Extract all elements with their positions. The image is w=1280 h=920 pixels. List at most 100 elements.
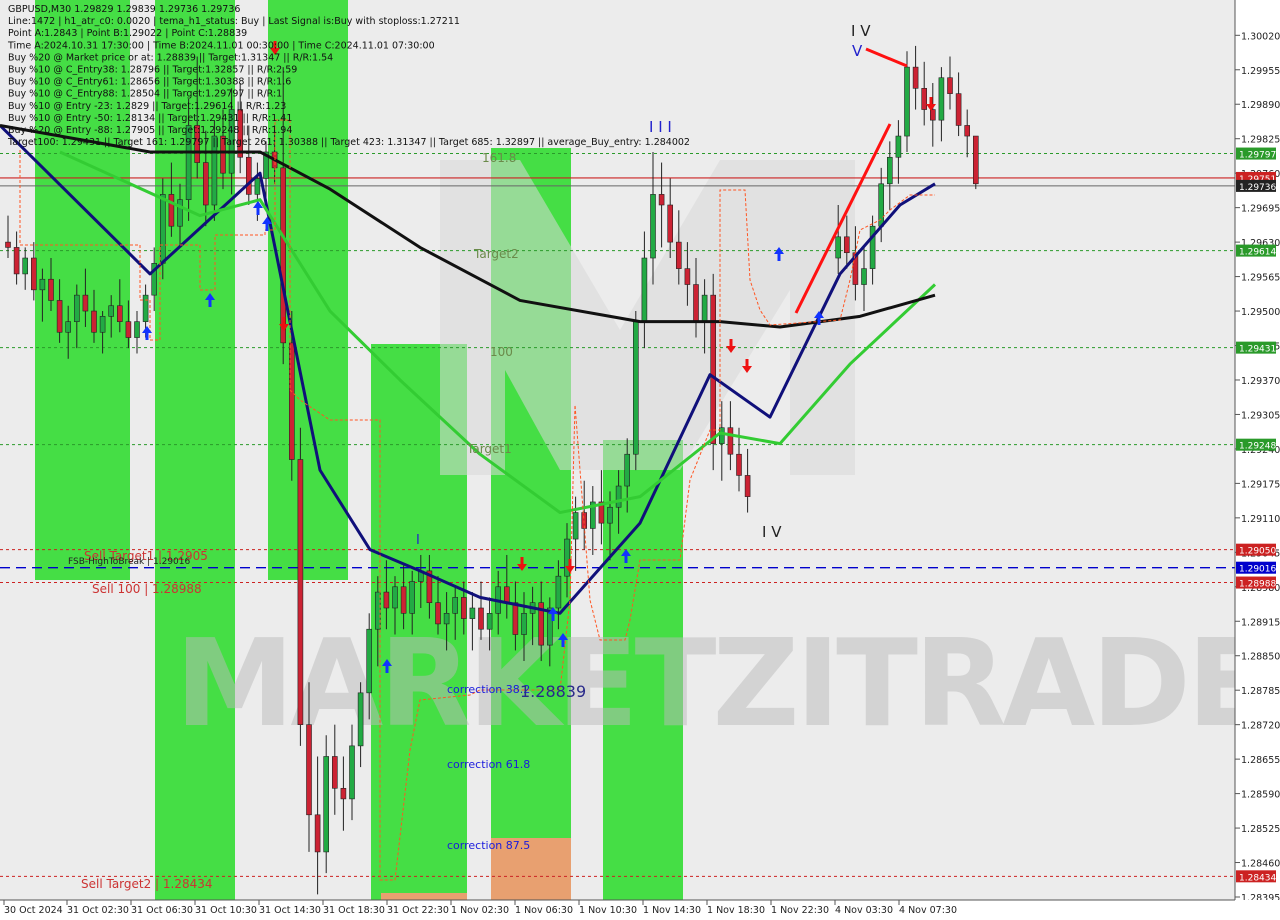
candle-body-87 (835, 236, 842, 259)
candle-body-18 (160, 194, 166, 264)
header-line-0: GBPUSD,M30 1.29829 1.29839 1.29736 1.297… (8, 4, 240, 15)
header-line-8: Buy %10 @ Entry -23: 1.2829 || Target:1.… (8, 101, 286, 112)
correction-382-label: correction 38.2 (447, 683, 530, 696)
candle-body-70 (607, 506, 613, 524)
y-tick-label-18: 1.28850 (1241, 652, 1280, 663)
candle-body-94 (895, 135, 902, 158)
level-tag-label-7: 1.29016 (1239, 565, 1276, 575)
x-tick-label-0: 30 Oct 2024 (4, 905, 63, 916)
candle-body-15 (134, 321, 140, 338)
level-tag-label-8: 1.28988 (1239, 580, 1276, 590)
candle-body-16 (142, 294, 149, 322)
candle-body-11 (99, 316, 106, 333)
candle-body-2 (22, 257, 29, 275)
y-tick-label-14: 1.29110 (1241, 514, 1280, 525)
fsb-label: FSB-HighToBreak | 1.29016 (68, 557, 190, 567)
wave-label-iii: I I I (649, 118, 672, 136)
candle-body-39 (340, 787, 347, 800)
header-line-11: Target100: 1.29431 || Target 161: 1.2979… (7, 137, 690, 148)
y-axis: 1.300201.299551.298901.298251.297601.296… (1234, 0, 1280, 920)
y-tick-label-21: 1.28655 (1241, 755, 1280, 766)
candle-body-1 (13, 247, 20, 275)
sell-target2-label: Sell Target2 | 1.28434 (81, 877, 213, 891)
price-chart[interactable]: MARKETZITRADE I V V I I I I V I 161.8 Ta… (0, 0, 1280, 920)
candle-body-37 (323, 756, 330, 853)
candle-body-102 (964, 125, 971, 137)
candle-body-76 (658, 194, 665, 206)
fib-1618-label: 161.8 (482, 151, 516, 165)
correction-875-label: correction 87.5 (447, 839, 530, 852)
candle-body-0 (5, 241, 11, 248)
header-line-4: Buy %20 @ Market price or at: 1.28839 ||… (8, 52, 333, 63)
y-tick-label-7: 1.29565 (1241, 273, 1280, 284)
header-line-6: Buy %10 @ C_Entry61: 1.28656 || Target:1… (8, 77, 291, 88)
candle-body-34 (297, 459, 304, 725)
x-tick-label-1: 31 Oct 02:30 (67, 905, 129, 916)
y-tick-label-13: 1.29175 (1241, 479, 1280, 490)
candle-body-47 (409, 581, 416, 614)
header-line-2: Point A:1.2843 | Point B:1.29022 | Point… (8, 28, 247, 39)
candle-body-72 (624, 453, 631, 487)
x-tick-label-7: 1 Nov 02:30 (451, 905, 509, 916)
y-tick-label-5: 1.29695 (1241, 204, 1280, 215)
header-line-1: Line:1472 | h1_atr_c0: 0.0020 | tema_h1_… (8, 16, 460, 27)
header-line-7: Buy %10 @ C_Entry88: 1.28504 || Target:1… (8, 89, 282, 100)
y-tick-label-24: 1.28460 (1241, 859, 1280, 870)
candle-body-10 (91, 310, 97, 333)
candle-body-101 (955, 93, 962, 126)
wave-label-v: V (852, 42, 863, 60)
candle-body-58 (503, 586, 510, 603)
candle-body-100 (947, 77, 953, 94)
y-tick-label-10: 1.29370 (1241, 376, 1280, 387)
candle-body-64 (555, 575, 562, 609)
candle-body-86 (744, 475, 751, 497)
candle-body-85 (736, 453, 742, 476)
candle-body-20 (177, 199, 183, 227)
wave-label-iv-bottom: I V (762, 523, 782, 541)
y-tick-label-2: 1.29890 (1241, 100, 1280, 111)
candle-body-9 (82, 294, 89, 312)
x-tick-label-4: 31 Oct 14:30 (259, 905, 321, 916)
candle-body-19 (168, 194, 175, 227)
candle-body-41 (357, 692, 364, 747)
level-tag-label-2: 1.29736 (1239, 183, 1276, 193)
y-tick-label-19: 1.28785 (1241, 686, 1280, 697)
header-line-3: Time A:2024.10.31 17:30:00 | Time B:2024… (7, 40, 435, 51)
candle-body-75 (650, 194, 656, 259)
candle-body-97 (921, 88, 928, 110)
header-line-9: Buy %10 @ Entry -50: 1.28134 || Target:1… (8, 113, 292, 124)
signal-zone-orange-small (381, 893, 467, 900)
candle-body-52 (452, 597, 459, 614)
level-tag-label-0: 1.29797 (1239, 151, 1276, 161)
candle-body-50 (435, 602, 441, 625)
x-tick-label-13: 4 Nov 03:30 (835, 905, 893, 916)
level-tag-label-6: 1.29050 (1239, 547, 1276, 557)
candle-body-90 (861, 268, 867, 285)
candle-body-80 (693, 284, 699, 322)
fib-100-label: 100 (490, 345, 513, 359)
candle-body-98 (929, 109, 936, 121)
candle-body-46 (400, 586, 407, 614)
x-tick-label-3: 31 Oct 10:30 (195, 905, 257, 916)
candle-body-32 (280, 167, 287, 344)
x-tick-label-8: 1 Nov 06:30 (515, 905, 573, 916)
header-line-5: Buy %10 @ C_Entry38: 1.28796 || Target:1… (8, 65, 297, 76)
y-tick-label-3: 1.29825 (1241, 135, 1280, 146)
candle-body-55 (478, 607, 484, 630)
candle-body-81 (701, 294, 708, 322)
target1-label: Target1 (466, 442, 512, 456)
point-c-value: 1.28839 (520, 682, 586, 701)
candle-body-103 (972, 135, 979, 185)
candle-body-38 (331, 756, 338, 789)
candle-body-45 (392, 586, 398, 609)
candle-body-13 (117, 305, 123, 322)
level-tag-label-4: 1.29431 (1239, 345, 1276, 355)
wave-label-iv-top: I V (851, 22, 871, 40)
candle-body-12 (108, 305, 114, 317)
x-tick-label-12: 1 Nov 22:30 (771, 905, 829, 916)
candle-body-51 (443, 613, 450, 625)
candle-body-79 (684, 268, 691, 285)
candle-body-23 (203, 162, 209, 206)
x-axis: 30 Oct 2024 31 Oct 02:30 31 Oct 06:30 31 Oc… (0, 899, 1280, 920)
candle-body-73 (632, 321, 639, 455)
